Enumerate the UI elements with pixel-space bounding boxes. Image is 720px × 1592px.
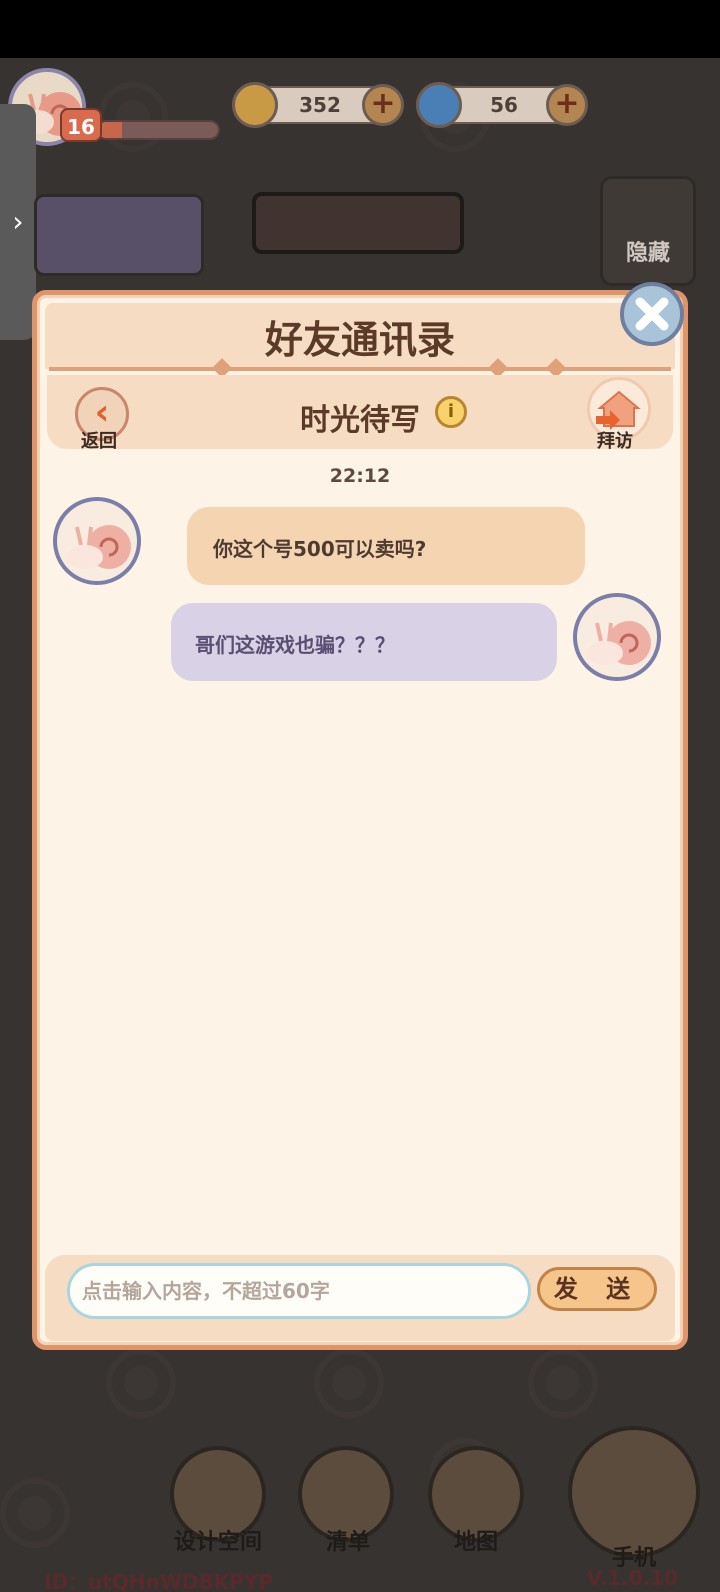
hide-label: 隐藏 (625, 241, 670, 266)
coin-counter: 352 + (232, 82, 404, 128)
level-badge: 16 (60, 108, 102, 142)
event-banner[interactable] (34, 194, 204, 276)
message-timestamp: 22:12 (329, 465, 391, 487)
gem-counter: 56 + (416, 82, 588, 128)
friend-avatar[interactable] (53, 497, 141, 585)
send-button[interactable]: 发 送 (537, 1267, 657, 1311)
header-divider (49, 367, 671, 371)
snail-icon (587, 621, 651, 665)
xp-bar (96, 120, 220, 140)
snail-icon (67, 525, 131, 569)
add-coins-button[interactable]: + (362, 84, 404, 126)
coin-icon (232, 82, 278, 128)
side-drawer-toggle[interactable]: › (0, 104, 36, 340)
chat-input[interactable] (67, 1263, 531, 1319)
phone-button[interactable] (568, 1426, 700, 1558)
close-icon (635, 297, 669, 331)
add-gems-button[interactable]: + (546, 84, 588, 126)
weather-banner[interactable] (252, 192, 464, 254)
my-avatar[interactable] (573, 593, 661, 681)
hide-ui-button[interactable]: 隐藏 (600, 176, 696, 286)
version-text: V.1.0.10 (586, 1566, 678, 1590)
coin-value: 352 (299, 93, 341, 117)
map-label: 地图 (453, 1530, 498, 1555)
player-id: ID：utQHnWDBKPYP (44, 1570, 274, 1592)
swirl-gem-icon (416, 82, 462, 128)
visit-label: 拜访 (597, 431, 633, 452)
chevron-right-icon: › (12, 205, 24, 238)
dialog-title: 好友通讯录 (264, 318, 455, 362)
list-label: 清单 (325, 1530, 370, 1555)
message-bubble-incoming: 你这个号500可以卖吗? (187, 507, 585, 585)
friend-name: 时光待写 (300, 403, 420, 438)
gem-value: 56 (490, 93, 518, 117)
status-bar (0, 0, 720, 58)
info-icon[interactable]: i (435, 396, 467, 428)
friend-contacts-dialog: 好友通讯录 ‹ 返回 时光待写 i 拜访 22:12 你这个号500可以卖吗? (32, 290, 688, 1350)
design-space-label: 设计空间 (173, 1530, 262, 1555)
close-button[interactable] (620, 282, 684, 346)
message-bubble-outgoing: 哥们这游戏也骗？？？ (171, 603, 557, 681)
